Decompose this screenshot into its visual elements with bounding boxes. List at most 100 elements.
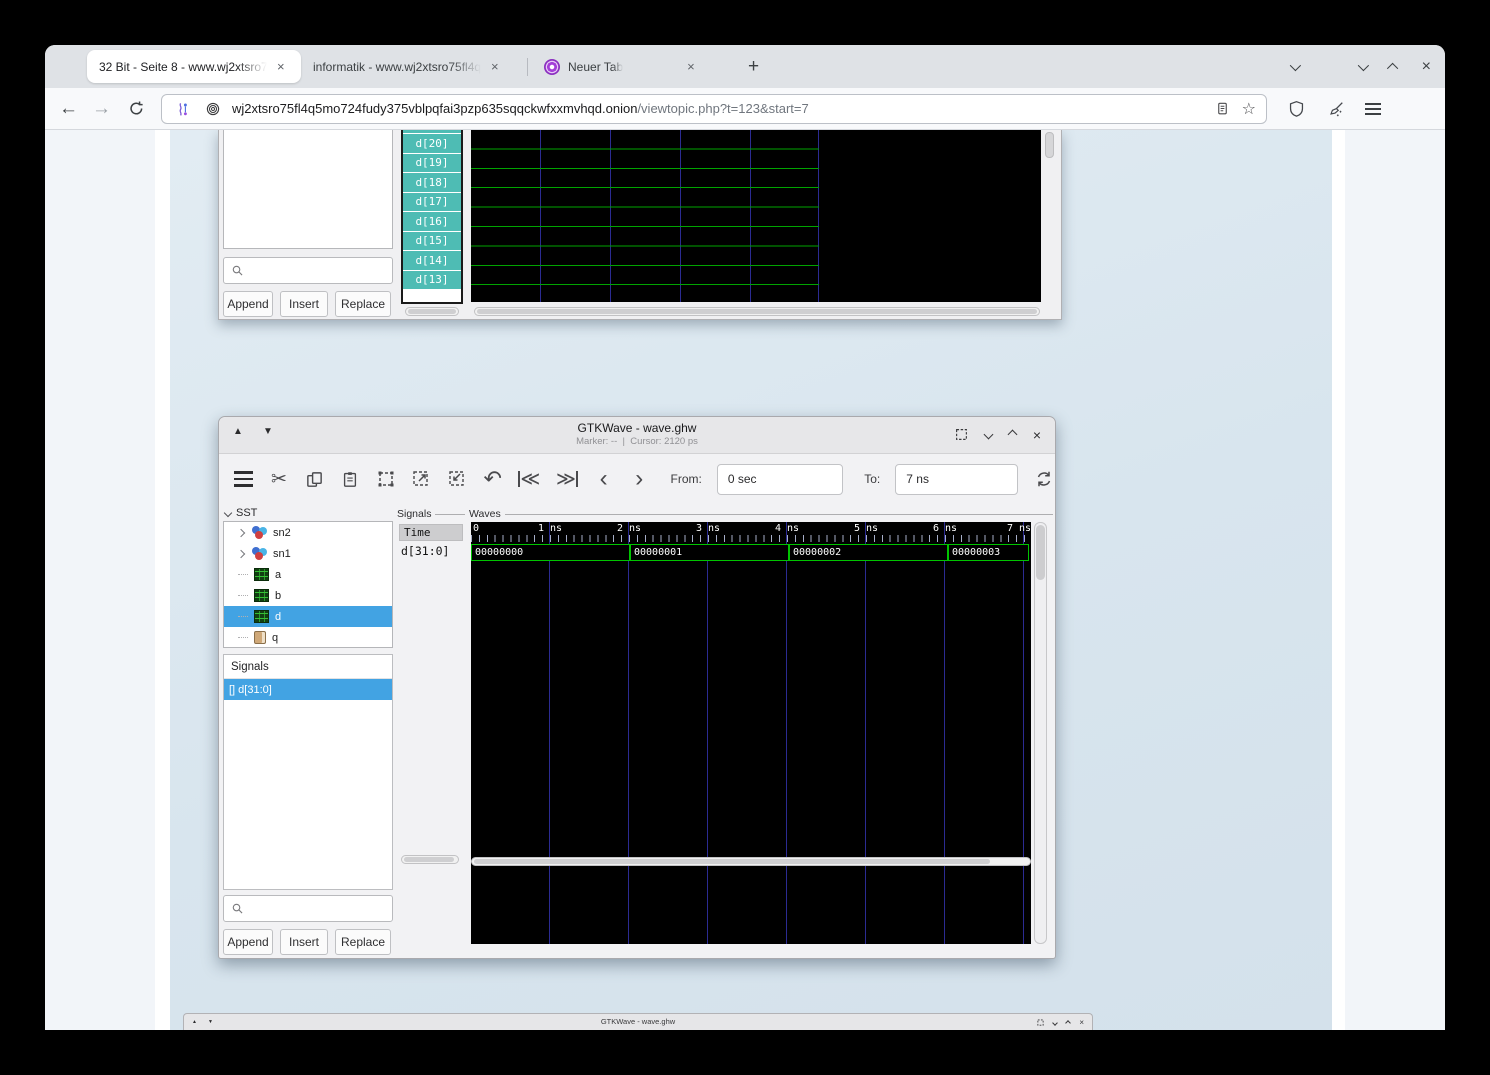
signal-row[interactable]: d[20] — [403, 134, 461, 153]
wave-vscrollbar[interactable] — [1034, 522, 1047, 944]
list-all-tabs-icon[interactable] — [1289, 59, 1300, 70]
top-wave-vscrollbar[interactable] — [1045, 132, 1054, 158]
tree-item-a[interactable]: a — [224, 564, 392, 585]
sst-tree[interactable]: sn2 sn1 a — [223, 521, 393, 648]
from-label: From: — [671, 472, 702, 486]
top-wave-canvas[interactable] — [471, 130, 1041, 302]
select-region-icon[interactable] — [955, 428, 968, 441]
top-replace-button[interactable]: Replace — [335, 291, 391, 317]
main-titlebar[interactable]: ▲ ▼ GTKWave - wave.ghw Marker: -- | Curs… — [219, 417, 1055, 454]
forward-button[interactable]: → — [92, 99, 111, 118]
wave-hscrollbar[interactable] — [471, 857, 1031, 866]
minimize-icon[interactable] — [983, 430, 993, 440]
toolbar-right-icons — [1285, 98, 1381, 120]
gtkwave-bottom-window: ▲ ▼ GTKWave - wave.ghw × — [183, 1013, 1093, 1030]
signal-row[interactable]: d[14] — [403, 251, 461, 270]
top-wave-hscrollbar[interactable] — [474, 307, 1040, 316]
signal-row[interactable]: d[13] — [403, 271, 461, 290]
time-header-cell[interactable]: Time — [399, 524, 463, 541]
cut-icon[interactable]: ✂ — [269, 468, 290, 490]
tree-item-d-selected[interactable]: d — [224, 606, 392, 627]
top-insert-button[interactable]: Insert — [280, 291, 328, 317]
replace-button[interactable]: Replace — [335, 929, 391, 955]
wave-timeline: 0 1 ns 2 ns 3 ns 4 ns 5 ns 6 ns 7 ns — [471, 522, 1031, 544]
from-field[interactable]: 0 sec — [717, 464, 843, 495]
tab-3-close-icon[interactable]: × — [687, 60, 695, 73]
tree-item-sn1[interactable]: sn1 — [224, 543, 392, 564]
tree-item-b[interactable]: b — [224, 585, 392, 606]
paste-icon[interactable] — [340, 468, 361, 490]
signal-row[interactable]: d[17] — [403, 193, 461, 212]
shift-left-icon[interactable]: ‹ — [593, 468, 614, 490]
expander-right-icon[interactable] — [237, 528, 245, 536]
tree-item-sn2[interactable]: sn2 — [224, 522, 392, 543]
window-maximize-icon[interactable] — [1387, 62, 1398, 73]
zoom-in-icon[interactable] — [411, 468, 432, 490]
to-field[interactable]: 7 ns — [895, 464, 1018, 495]
select-region-icon[interactable] — [1037, 1019, 1044, 1026]
signal-row[interactable]: d[16] — [403, 212, 461, 231]
undo-icon[interactable]: ↶ — [482, 468, 503, 490]
tab-3[interactable]: Neuer Tab × — [532, 50, 736, 83]
tree-connector — [238, 637, 248, 638]
signal-row[interactable]: d[15] — [403, 232, 461, 251]
zoom-fit-icon[interactable] — [376, 468, 397, 490]
bus-segment: 00000003 — [948, 544, 1029, 561]
wave-canvas[interactable]: 0 1 ns 2 ns 3 ns 4 ns 5 ns 6 ns 7 ns — [471, 522, 1031, 944]
close-icon[interactable]: × — [1033, 429, 1041, 441]
minimize-icon[interactable] — [1052, 1020, 1058, 1026]
menu-icon[interactable] — [233, 468, 254, 490]
bus-segment: 00000002 — [789, 544, 948, 561]
signal-row[interactable]: d[18] — [403, 173, 461, 192]
new-tab-button[interactable]: + — [748, 56, 759, 78]
shift-right-icon[interactable]: › — [629, 468, 650, 490]
circuit-icon[interactable] — [172, 98, 194, 120]
tree-item-q[interactable]: q — [224, 627, 392, 648]
append-button[interactable]: Append — [223, 929, 273, 955]
new-identity-broom-icon[interactable] — [1325, 98, 1347, 120]
close-icon[interactable]: × — [1079, 1020, 1084, 1026]
bus-value-row: 00000000 00000001 00000002 00000003 — [471, 544, 1029, 561]
insert-button[interactable]: Insert — [280, 929, 328, 955]
main-search-input[interactable] — [223, 895, 393, 922]
top-search-input[interactable] — [223, 257, 393, 284]
zoom-out-icon[interactable] — [447, 468, 468, 490]
onion-site-icon[interactable] — [202, 98, 224, 120]
tree-item-label: q — [272, 632, 278, 644]
back-button[interactable]: ← — [59, 99, 78, 118]
url-path: /viewtopic.php?t=123&start=7 — [637, 101, 808, 116]
top-tree-panel[interactable] — [223, 130, 393, 249]
signal-icon — [254, 568, 269, 581]
top-append-button[interactable]: Append — [223, 291, 273, 317]
main-toolbar: ✂ — [219, 454, 1055, 504]
top-signal-hscrollbar[interactable] — [405, 307, 459, 316]
tab-2-close-icon[interactable]: × — [491, 60, 499, 73]
go-to-end-icon[interactable]: ≫ — [556, 471, 579, 487]
selected-signal-row[interactable]: [] d[31:0] — [224, 679, 392, 700]
sst-expander[interactable]: SST — [225, 507, 257, 519]
menu-hamburger-icon[interactable] — [1365, 103, 1381, 115]
url-text[interactable]: wj2xtsro75fl4q5mo724fudy375vblpqfai3pzp6… — [232, 101, 1204, 116]
signal-row[interactable]: d[19] — [403, 154, 461, 173]
signal-name-cell[interactable]: d[31:0] — [399, 543, 463, 559]
expander-right-icon[interactable] — [237, 549, 245, 557]
reload-button[interactable] — [125, 98, 147, 120]
bookmark-star-icon[interactable]: ☆ — [1242, 99, 1256, 119]
gtkwave-top-window: Append Insert Replace d[20] d[19] d[18] … — [218, 130, 1062, 320]
tab-1-close-icon[interactable]: × — [277, 60, 285, 73]
tab-1[interactable]: 32 Bit - Seite 8 - www.wj2xtsro7 × — [87, 50, 301, 83]
signal-column-hscrollbar[interactable] — [401, 855, 459, 864]
top-signal-name-column[interactable]: d[20] d[19] d[18] d[17] d[16] d[15] d[14… — [401, 130, 463, 304]
shield-icon[interactable] — [1285, 98, 1307, 120]
reload-waves-icon[interactable] — [1033, 468, 1055, 490]
tab-2[interactable]: informatik - www.wj2xtsro75fl4q × — [301, 50, 523, 83]
window-close-icon[interactable]: × — [1422, 59, 1431, 75]
copy-icon[interactable] — [304, 468, 325, 490]
maximize-icon[interactable] — [1007, 430, 1017, 440]
reader-mode-icon[interactable] — [1212, 98, 1234, 120]
window-minimize-icon[interactable] — [1357, 59, 1368, 70]
go-to-start-icon[interactable]: ≪ — [518, 471, 541, 487]
url-bar[interactable]: wj2xtsro75fl4q5mo724fudy375vblpqfai3pzp6… — [161, 94, 1267, 124]
maximize-icon[interactable] — [1065, 1020, 1071, 1026]
window-title: GTKWave - wave.ghw — [219, 421, 1055, 435]
